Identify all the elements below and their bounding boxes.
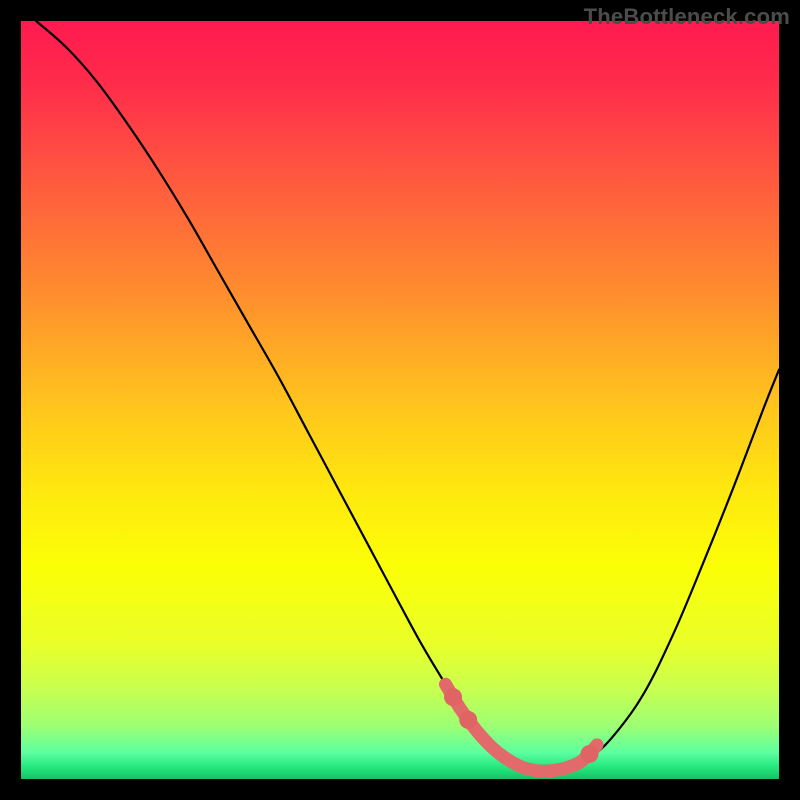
bottleneck-chart [21, 21, 779, 779]
chart-frame: TheBottleneck.com [0, 0, 800, 800]
highlight-dot [581, 745, 599, 763]
watermark-text: TheBottleneck.com [584, 4, 790, 30]
highlight-dot [444, 688, 462, 706]
highlight-dot [459, 711, 477, 729]
